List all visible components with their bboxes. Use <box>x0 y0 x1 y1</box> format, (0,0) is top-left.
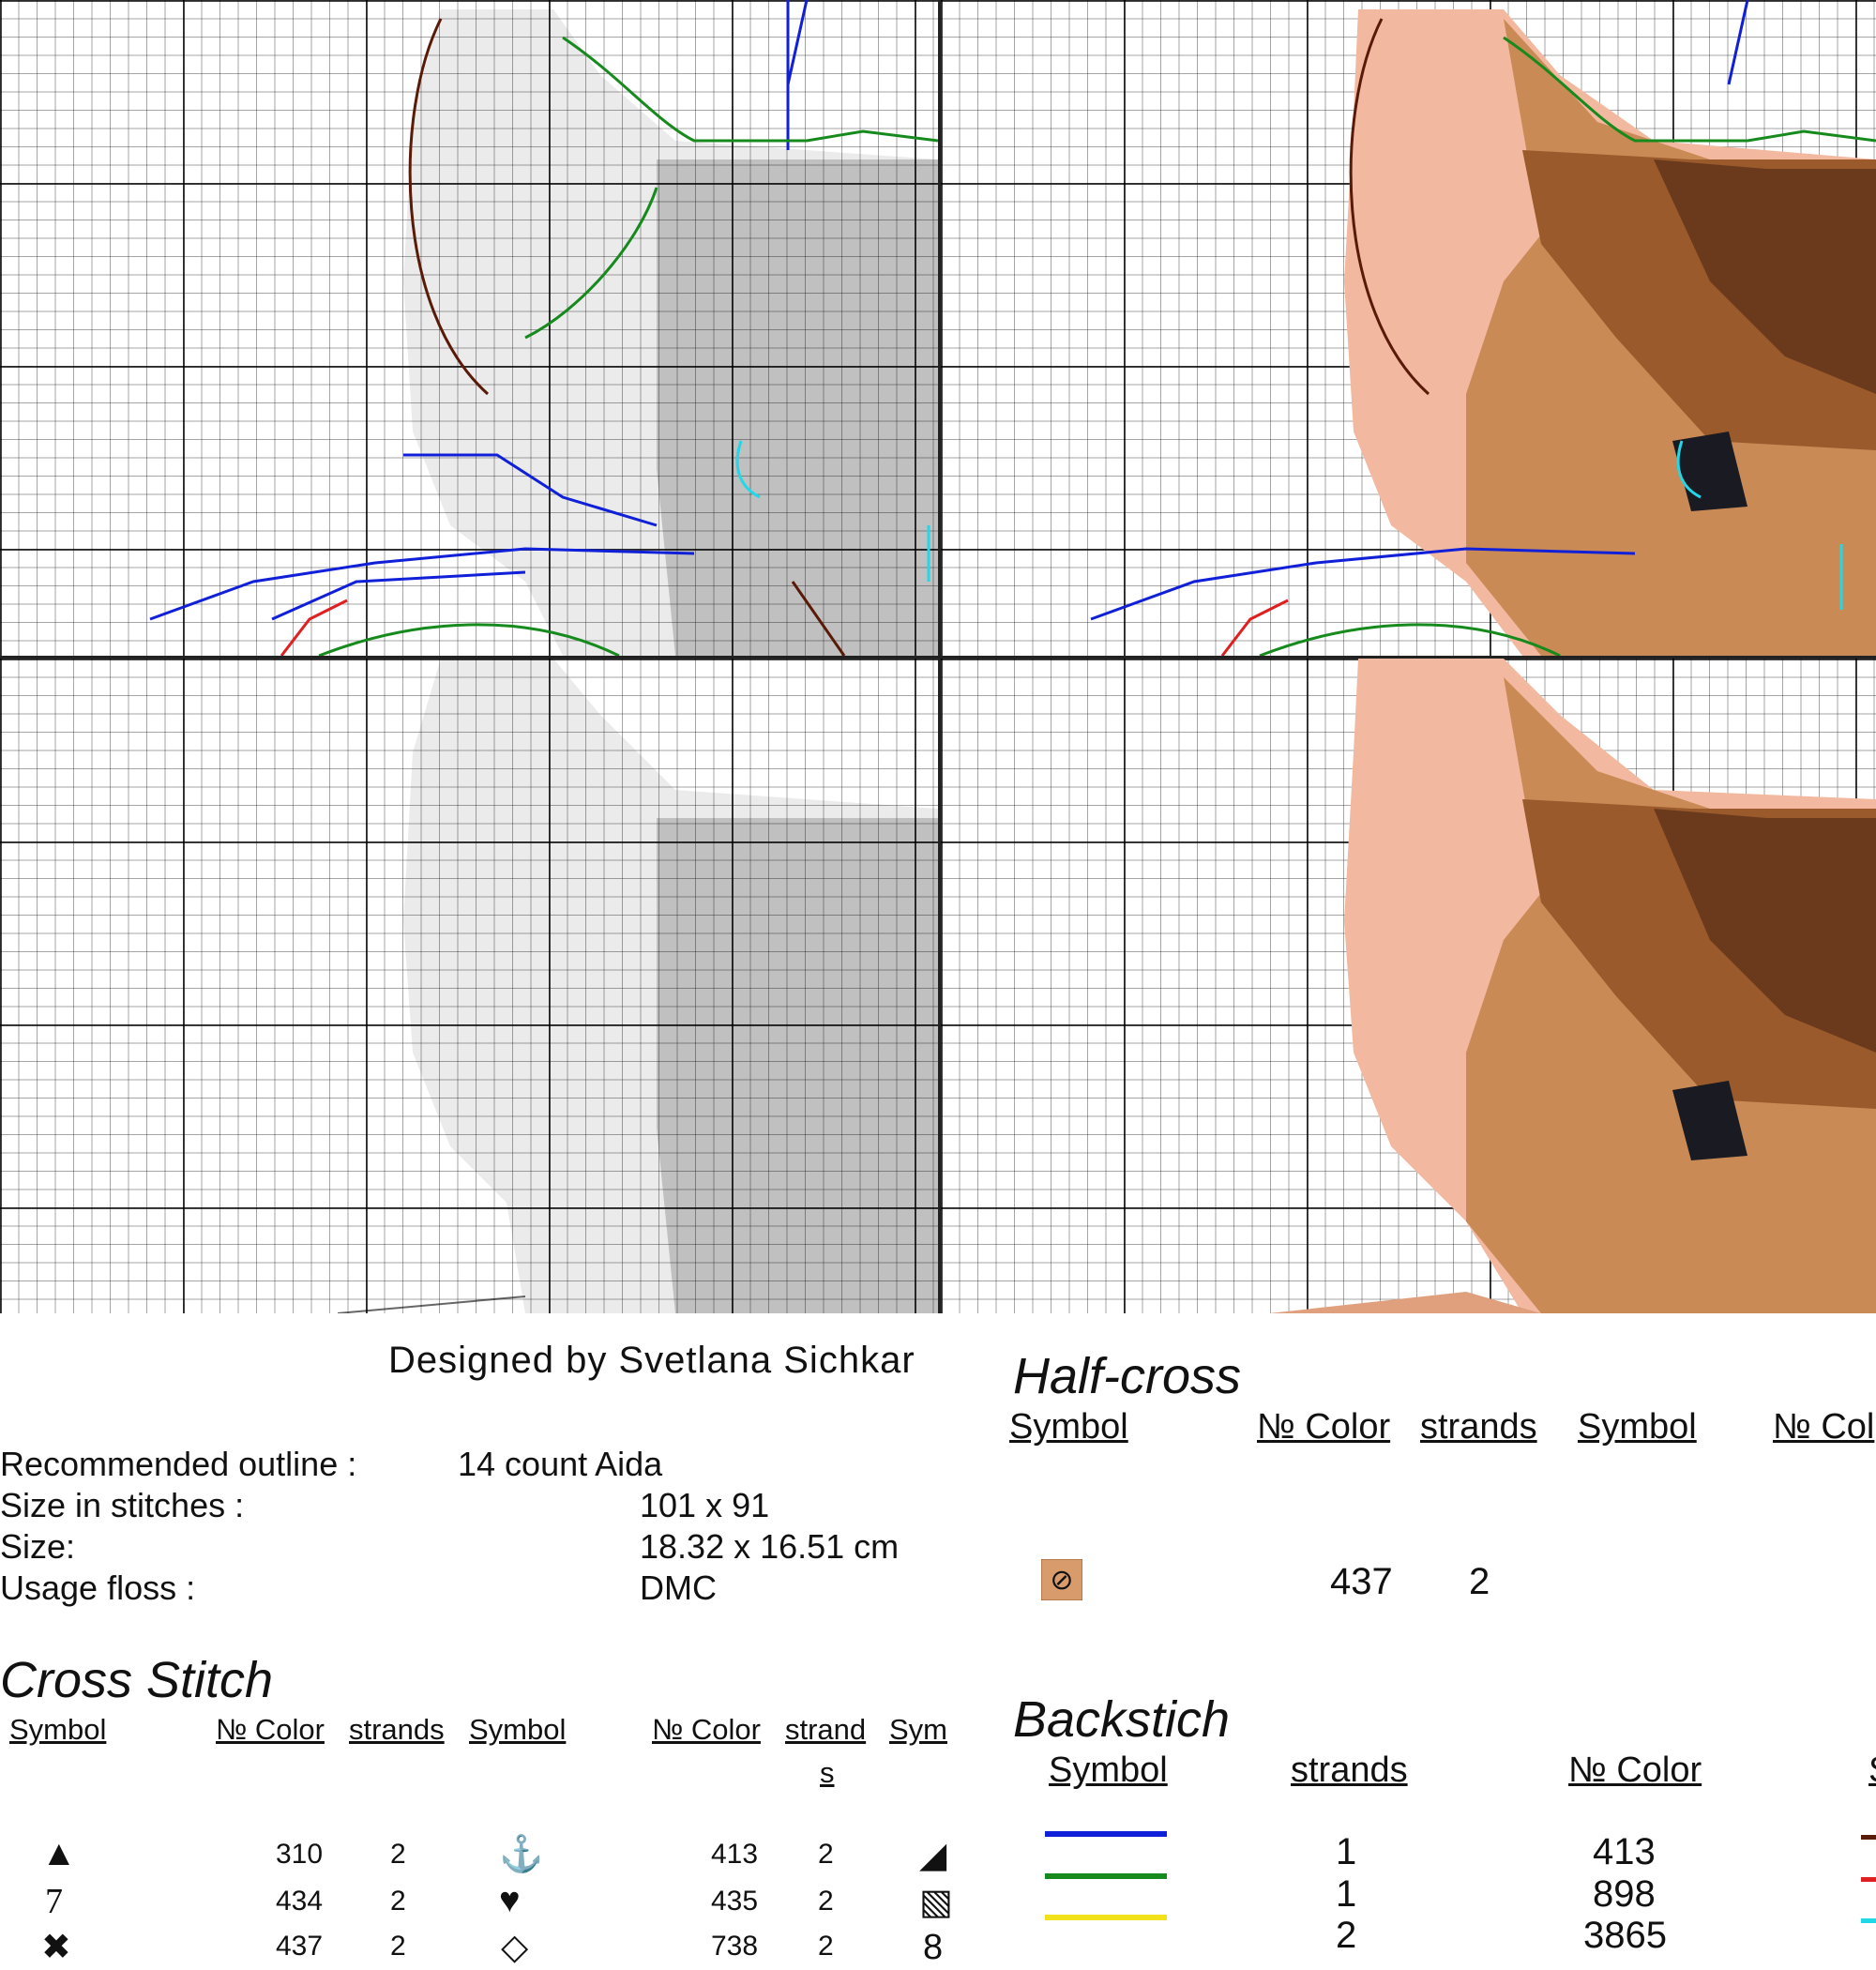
cross-symbol-wedge-icon: ◢ <box>919 1836 947 1875</box>
cross-symbol-hatched-square-icon: ▧ <box>919 1883 953 1922</box>
cross-symbol-triangle-icon: ▲ <box>41 1834 77 1873</box>
backstitch-strands-1: 1 <box>1336 1831 1357 1872</box>
cross-stitch-title: Cross Stitch <box>0 1652 274 1708</box>
cross-symbol-heart-icon: ♥ <box>499 1881 521 1920</box>
back-header-strands: strands <box>1291 1750 1408 1790</box>
cross-strands-3: 2 <box>390 1931 406 1962</box>
half-cross-color: 437 <box>1330 1561 1393 1602</box>
designer-credit: Designed by Svetlana Sichkar <box>388 1340 915 1381</box>
back-header-symbol: Symbol <box>1049 1750 1168 1790</box>
half-header-symbol: Symbol <box>1009 1407 1128 1447</box>
info-value-size: 18.32 x 16.51 cm <box>640 1527 900 1566</box>
cross-header-strands-2a: strand <box>785 1713 867 1746</box>
cross-symbol-anchor-icon: ⚓ <box>499 1835 544 1874</box>
backstitch-strands-3: 2 <box>1336 1915 1357 1956</box>
info-value-floss: DMC <box>640 1568 717 1607</box>
cross-color-1: 310 <box>276 1839 324 1870</box>
chart-drawing-top-right <box>1090 0 1876 656</box>
cross-header-symbol-3: Sym <box>889 1713 947 1746</box>
half-cross-title: Half-cross <box>1013 1348 1242 1404</box>
cross-header-color: № Color <box>216 1713 325 1746</box>
chart-drawing-top-left <box>149 0 938 656</box>
info-label-fabric: Recommended outline : <box>0 1445 357 1483</box>
cross-color-2b: 435 <box>711 1886 759 1917</box>
cross-header-symbol: Symbol <box>9 1713 107 1746</box>
backstitch-color-3: 3865 <box>1583 1915 1667 1956</box>
half-header-color: № Color <box>1257 1407 1391 1447</box>
half-cross-strands: 2 <box>1469 1561 1490 1602</box>
half-cross-swatch: ⊘ <box>1041 1559 1082 1600</box>
chart-panel-top-right-color <box>941 0 1876 656</box>
backstitch-line-blue <box>1045 1831 1167 1837</box>
half-header-strands: strands <box>1420 1407 1537 1447</box>
backstitch-stub-brown <box>1861 1835 1876 1840</box>
half-header-color-2: № Col <box>1773 1407 1875 1447</box>
cross-color-1b: 413 <box>711 1839 759 1870</box>
backstitch-color-1: 413 <box>1593 1831 1656 1872</box>
cross-symbol-eight-icon: 8 <box>923 1928 944 1967</box>
backstitch-title: Backstich <box>1013 1691 1231 1748</box>
chart-drawing-bottom-left <box>337 659 938 1313</box>
backstitch-line-yellow <box>1045 1915 1167 1920</box>
cross-header-strands-2b: s <box>820 1756 835 1789</box>
half-cross-slash-icon: ⊘ <box>1050 1564 1074 1596</box>
cross-strands-2: 2 <box>390 1886 406 1917</box>
back-header-color: № Color <box>1568 1750 1702 1790</box>
cross-color-3: 437 <box>276 1931 324 1962</box>
chart-divider-horizontal <box>0 656 1876 659</box>
cross-header-strands: strands <box>349 1713 445 1746</box>
cross-strands-2b: 2 <box>818 1886 834 1917</box>
info-label-size: Size: <box>0 1527 76 1566</box>
chart-panel-bottom-right-color <box>941 659 1876 1313</box>
cross-symbol-cross-icon: ✖ <box>41 1928 71 1967</box>
chart-panel-bottom-left-symbols <box>0 659 938 1313</box>
info-value-size-stitches: 101 x 91 <box>640 1486 770 1524</box>
backstitch-color-2: 898 <box>1593 1873 1656 1915</box>
info-label-size-stitches: Size in stitches : <box>0 1486 245 1524</box>
cross-color-3b: 738 <box>711 1931 759 1962</box>
cross-header-symbol-2: Symbol <box>469 1713 567 1746</box>
cross-symbol-seven-icon: 7 <box>45 1882 63 1921</box>
backstitch-stub-red <box>1861 1877 1876 1882</box>
cross-symbol-diamond-icon: ◇ <box>501 1928 529 1967</box>
back-header-symbol-2: S <box>1868 1750 1876 1791</box>
backstitch-strands-2: 1 <box>1336 1873 1357 1915</box>
info-label-floss: Usage floss : <box>0 1568 196 1607</box>
backstitch-line-green <box>1045 1873 1167 1879</box>
cross-strands-3b: 2 <box>818 1931 834 1962</box>
info-value-fabric: 14 count Aida <box>458 1445 663 1483</box>
chart-drawing-bottom-right <box>1269 659 1876 1313</box>
chart-panel-top-left-symbols <box>0 0 938 656</box>
cross-header-color-2: № Color <box>652 1713 761 1746</box>
backstitch-stub-cyan <box>1861 1918 1876 1923</box>
cross-strands-1: 2 <box>390 1839 406 1870</box>
half-header-symbol-2: Symbol <box>1578 1407 1697 1447</box>
cross-strands-1b: 2 <box>818 1839 834 1870</box>
cross-color-2: 434 <box>276 1886 324 1917</box>
